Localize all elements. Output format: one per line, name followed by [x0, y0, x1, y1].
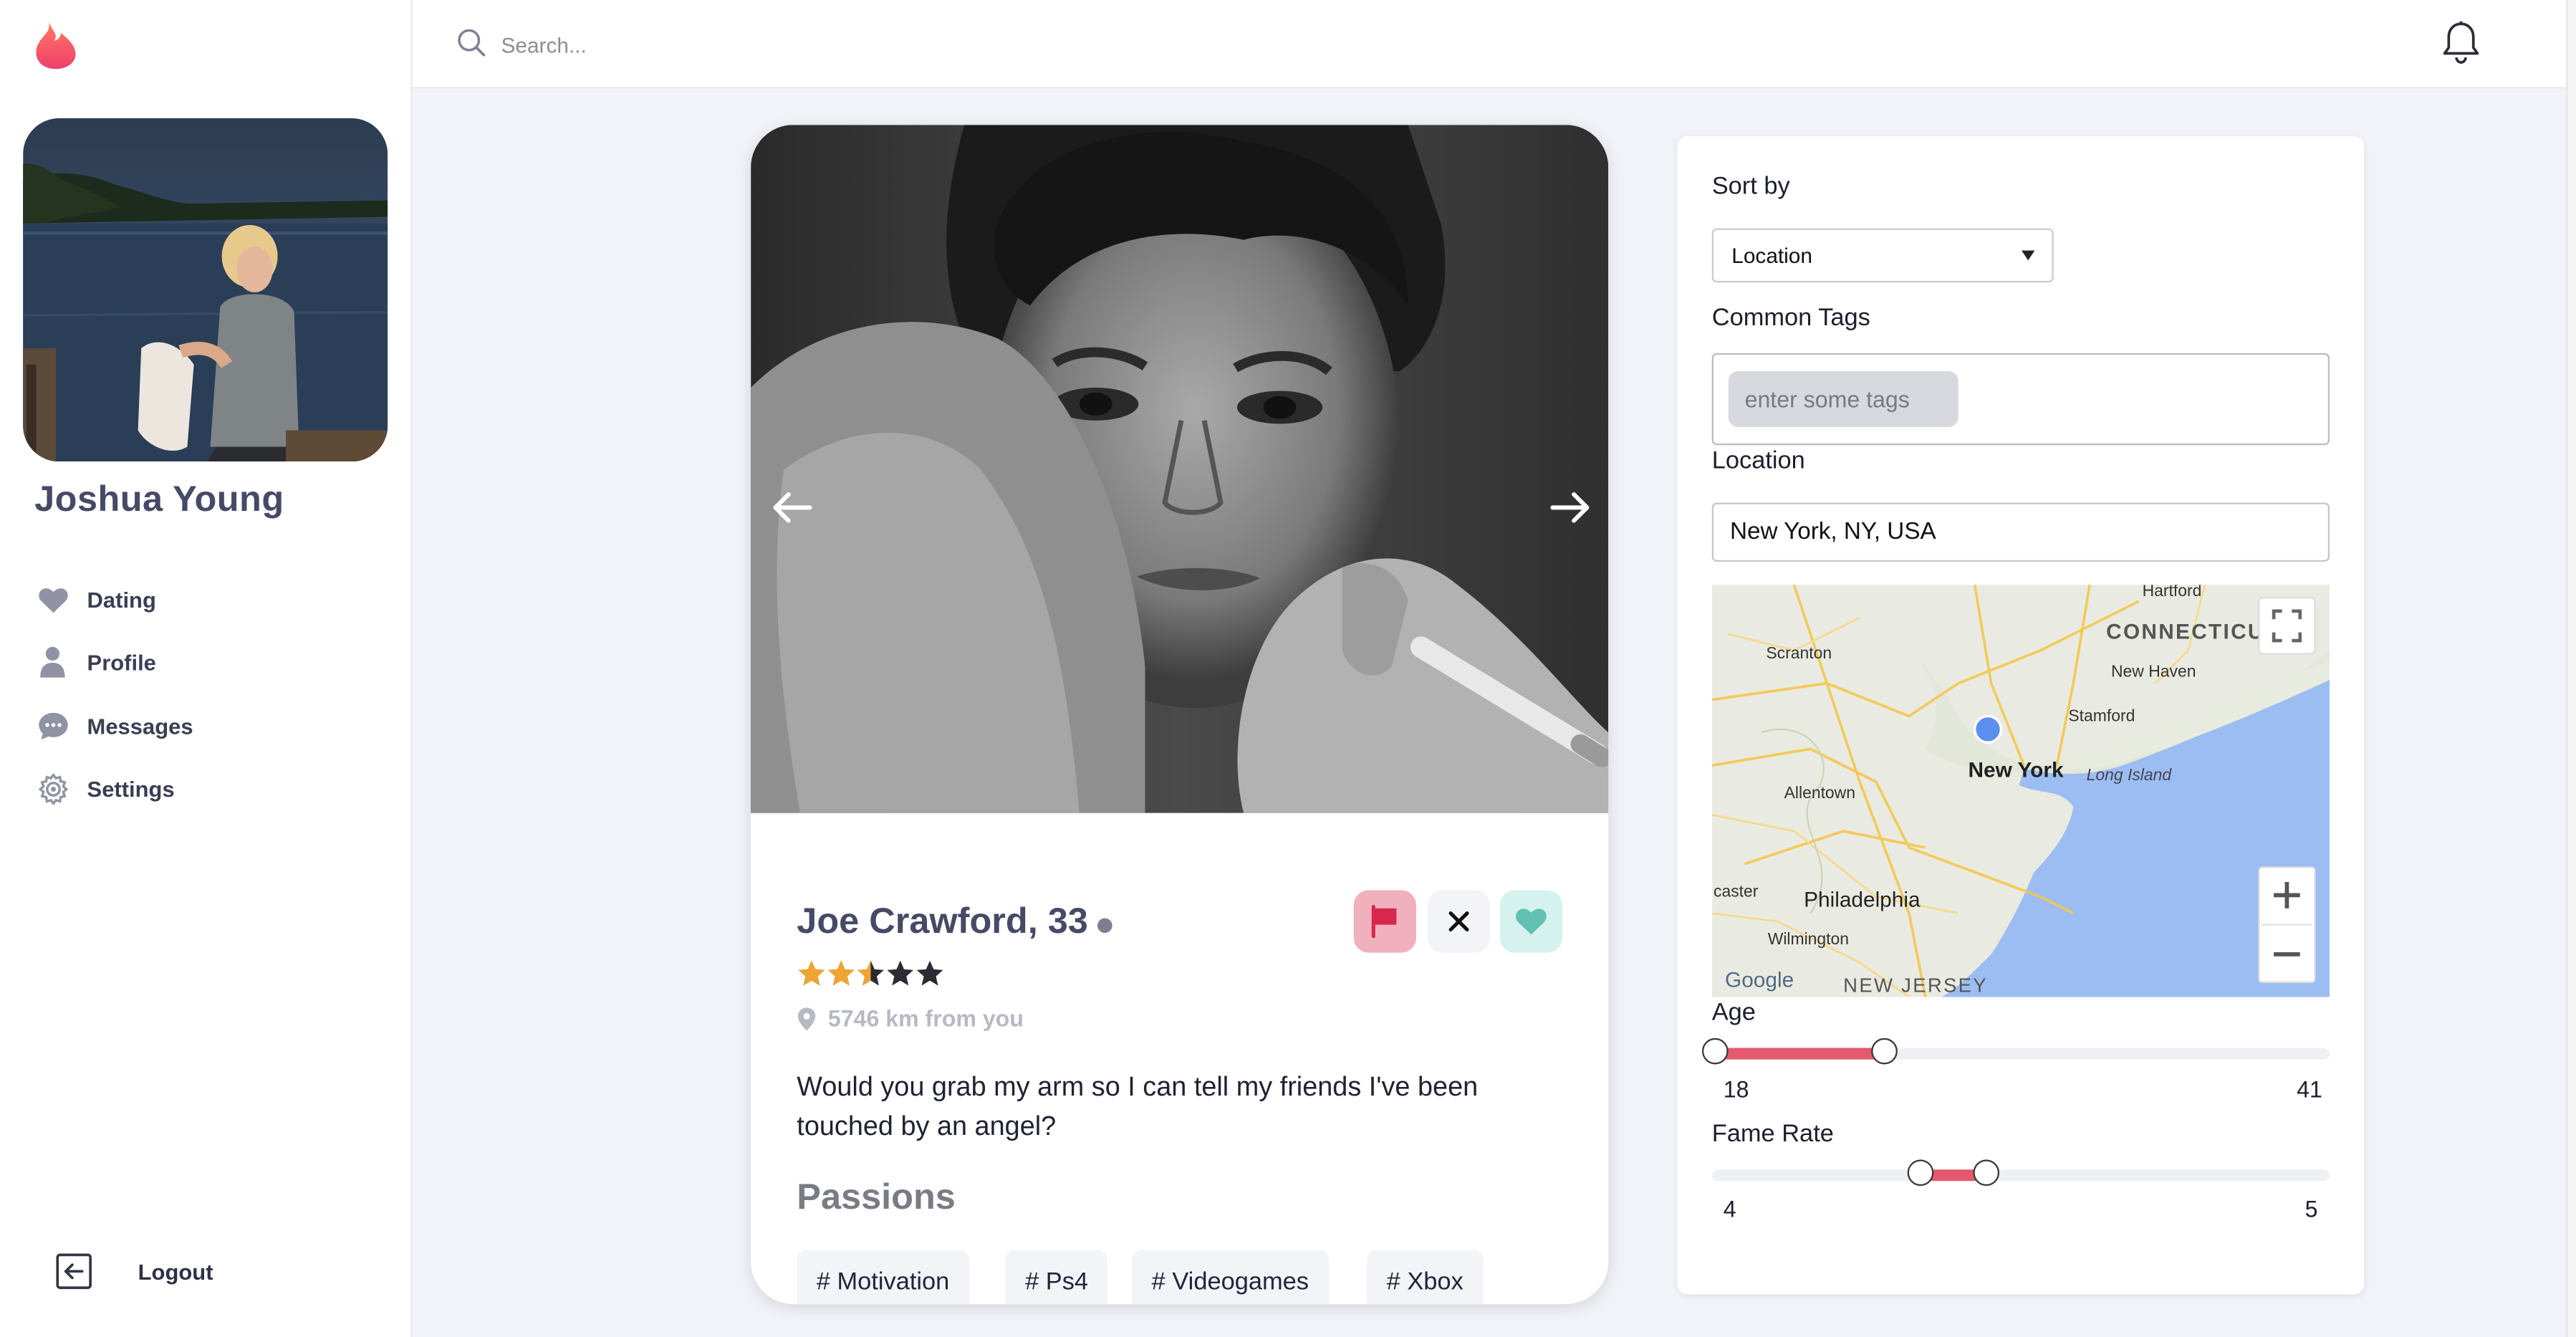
svg-text:Allentown: Allentown [1784, 783, 1855, 802]
location-input[interactable] [1711, 502, 2330, 562]
sidebar-item-profile[interactable]: Profile [36, 639, 365, 685]
flag-icon [1371, 905, 1397, 938]
fame-slider-max-handle[interactable] [1973, 1159, 2000, 1187]
svg-text:caster: caster [1714, 882, 1759, 901]
svg-text:Hartford: Hartford [2143, 585, 2202, 600]
sidebar-item-dating[interactable]: Dating [36, 577, 365, 623]
logout-icon [56, 1253, 92, 1290]
fame-rate-label: Fame Rate [1711, 1120, 1834, 1149]
report-button[interactable] [1353, 890, 1416, 953]
location-label: Location [1711, 446, 1805, 475]
sidebar-item-label: Profile [87, 649, 156, 675]
svg-text:New Haven: New Haven [2111, 661, 2196, 680]
chat-icon [36, 709, 69, 742]
user-avatar[interactable] [23, 118, 388, 462]
fame-min-value: 4 [1723, 1195, 1736, 1222]
sort-by-select[interactable]: Location [1711, 228, 2054, 283]
page-scrollbar[interactable] [2566, 0, 2576, 1337]
svg-text:Wilmington: Wilmington [1768, 929, 1849, 948]
passion-tag: # Motivation [797, 1250, 969, 1305]
star-rating [797, 959, 944, 995]
rating-star-icon [827, 959, 856, 995]
svg-text:CONNECTICUT: CONNECTICUT [2106, 620, 2279, 644]
sidebar-item-label: Settings [87, 776, 175, 801]
svg-text:Google: Google [1725, 969, 1794, 992]
sidebar-item-messages[interactable]: Messages [36, 703, 365, 749]
passion-tag: # Xbox [1367, 1250, 1484, 1305]
logout-button[interactable]: Logout [56, 1247, 319, 1296]
profile-name-age: Joe Crawford, 33 [797, 900, 1088, 941]
location-pin-icon [797, 1007, 816, 1030]
rating-star-icon [885, 959, 915, 995]
sort-by-label: Sort by [1711, 172, 1790, 201]
search-input[interactable] [497, 23, 1162, 66]
common-tags-label: Common Tags [1711, 304, 1870, 332]
rating-star-icon [797, 959, 826, 995]
passions-heading: Passions [797, 1176, 956, 1217]
person-icon [36, 646, 69, 679]
distance-text: 5746 km from you [827, 1005, 1024, 1032]
search-icon [457, 28, 486, 66]
profile-card: Joe Crawford, 33 5746 km from you Would … [751, 125, 1609, 1305]
user-name: Joshua Young [34, 478, 284, 519]
svg-text:Stamford: Stamford [2068, 706, 2135, 724]
distance-info: 5746 km from you [797, 1005, 1024, 1032]
fame-slider-track[interactable] [1711, 1169, 2330, 1182]
online-status-dot [1097, 918, 1112, 934]
heart-icon [36, 583, 69, 616]
location-map[interactable]: Hartford CONNECTICUT Scranton New Haven … [1711, 585, 2330, 997]
svg-text:Long Island: Long Island [2087, 765, 2173, 784]
age-label: Age [1711, 998, 1756, 1027]
heart-icon [1516, 909, 1547, 935]
logout-label: Logout [138, 1259, 213, 1284]
passion-tag: # Ps4 [1005, 1250, 1108, 1305]
next-photo-arrow-icon[interactable] [1549, 489, 1592, 534]
dislike-button[interactable] [1427, 890, 1491, 953]
passion-tag: # Videogames [1132, 1250, 1329, 1305]
age-max-value: 41 [2297, 1075, 2322, 1103]
notification-bell-icon[interactable] [2441, 20, 2481, 75]
previous-photo-arrow-icon[interactable] [771, 489, 814, 534]
common-tags-input[interactable] [1728, 371, 1959, 428]
rating-star-icon [856, 959, 885, 995]
close-icon [1448, 911, 1469, 932]
age-min-value: 18 [1723, 1075, 1749, 1103]
age-slider-min-handle[interactable] [1701, 1038, 1729, 1065]
gear-icon [36, 772, 69, 805]
svg-text:NEW JERSEY: NEW JERSEY [1843, 974, 1988, 997]
like-button[interactable] [1499, 890, 1563, 953]
profile-photo[interactable] [751, 125, 1609, 813]
svg-text:Scranton: Scranton [1766, 643, 1832, 662]
fame-max-value: 5 [2305, 1195, 2318, 1222]
sidebar-item-label: Messages [87, 714, 193, 739]
svg-text:Philadelphia: Philadelphia [1804, 888, 1921, 911]
sort-by-value: Location [1731, 243, 1812, 268]
dropdown-triangle-icon [2022, 250, 2035, 261]
svg-text:New York: New York [1968, 758, 2063, 782]
profile-bio: Would you grab my arm so I can tell my f… [797, 1072, 1479, 1142]
sidebar-item-settings[interactable]: Settings [36, 765, 365, 811]
sidebar-item-label: Dating [87, 587, 156, 612]
rating-star-icon [915, 959, 944, 995]
app-logo-icon[interactable] [33, 20, 79, 70]
age-slider-fill [1711, 1048, 1885, 1060]
